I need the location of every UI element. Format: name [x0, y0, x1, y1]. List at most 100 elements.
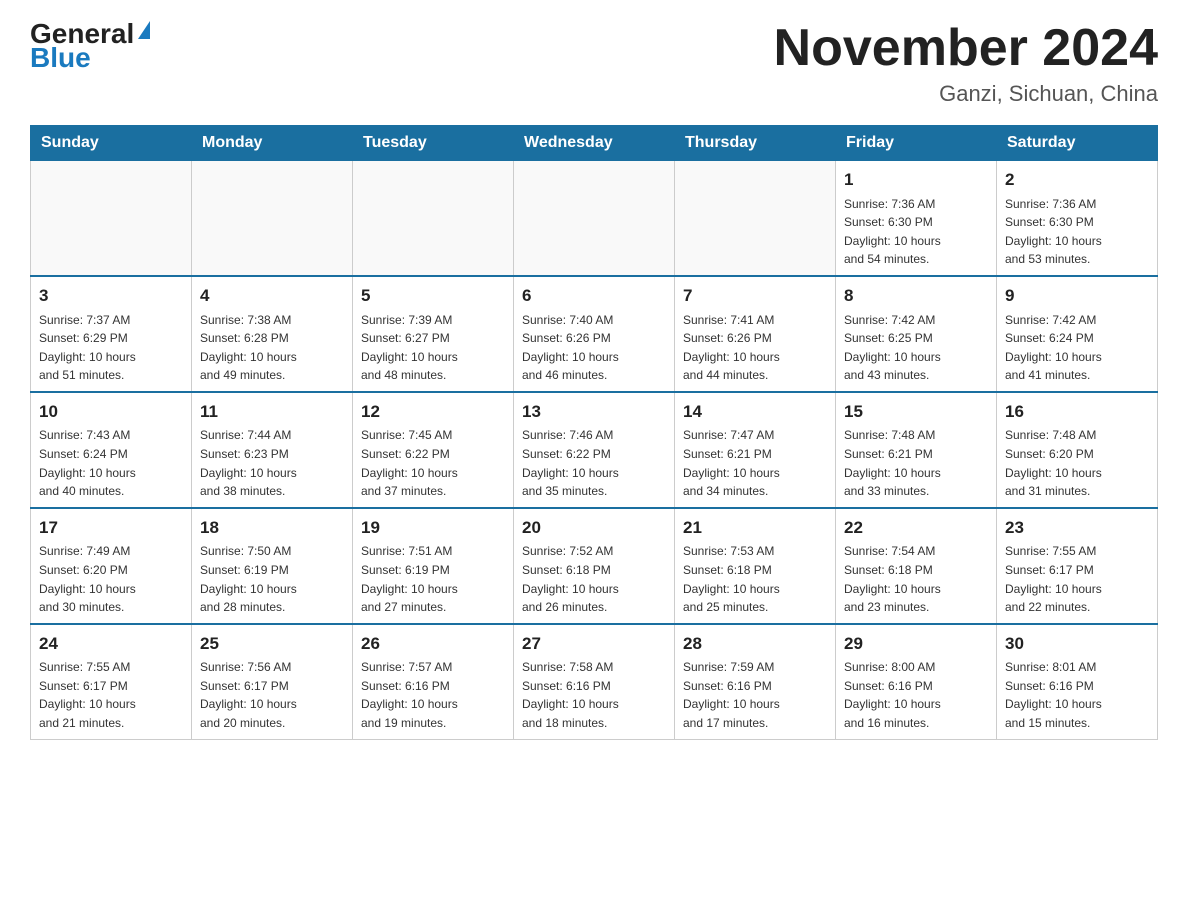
day-number: 5	[361, 283, 505, 309]
calendar-day-cell: 27Sunrise: 7:58 AM Sunset: 6:16 PM Dayli…	[514, 624, 675, 739]
calendar-day-cell: 2Sunrise: 7:36 AM Sunset: 6:30 PM Daylig…	[997, 161, 1158, 276]
day-info: Sunrise: 7:47 AM Sunset: 6:21 PM Dayligh…	[683, 426, 827, 500]
calendar-day-cell: 29Sunrise: 8:00 AM Sunset: 6:16 PM Dayli…	[836, 624, 997, 739]
day-number: 17	[39, 515, 183, 541]
day-info: Sunrise: 7:48 AM Sunset: 6:20 PM Dayligh…	[1005, 426, 1149, 500]
calendar-week-row: 1Sunrise: 7:36 AM Sunset: 6:30 PM Daylig…	[31, 161, 1158, 276]
calendar-table: Sunday Monday Tuesday Wednesday Thursday…	[30, 125, 1158, 739]
calendar-day-cell: 3Sunrise: 7:37 AM Sunset: 6:29 PM Daylig…	[31, 276, 192, 392]
day-info: Sunrise: 7:51 AM Sunset: 6:19 PM Dayligh…	[361, 542, 505, 616]
header-sunday: Sunday	[31, 126, 192, 161]
page-header: General Blue November 2024 Ganzi, Sichua…	[30, 20, 1158, 107]
day-info: Sunrise: 7:58 AM Sunset: 6:16 PM Dayligh…	[522, 658, 666, 732]
day-number: 2	[1005, 167, 1149, 193]
day-number: 23	[1005, 515, 1149, 541]
day-number: 9	[1005, 283, 1149, 309]
day-number: 4	[200, 283, 344, 309]
day-number: 18	[200, 515, 344, 541]
calendar-week-row: 10Sunrise: 7:43 AM Sunset: 6:24 PM Dayli…	[31, 392, 1158, 508]
day-number: 28	[683, 631, 827, 657]
calendar-day-cell: 14Sunrise: 7:47 AM Sunset: 6:21 PM Dayli…	[675, 392, 836, 508]
calendar-day-cell: 28Sunrise: 7:59 AM Sunset: 6:16 PM Dayli…	[675, 624, 836, 739]
day-info: Sunrise: 7:54 AM Sunset: 6:18 PM Dayligh…	[844, 542, 988, 616]
calendar-day-cell: 16Sunrise: 7:48 AM Sunset: 6:20 PM Dayli…	[997, 392, 1158, 508]
day-info: Sunrise: 7:56 AM Sunset: 6:17 PM Dayligh…	[200, 658, 344, 732]
month-title: November 2024	[774, 20, 1158, 77]
calendar-day-cell: 4Sunrise: 7:38 AM Sunset: 6:28 PM Daylig…	[192, 276, 353, 392]
header-wednesday: Wednesday	[514, 126, 675, 161]
calendar-day-cell: 26Sunrise: 7:57 AM Sunset: 6:16 PM Dayli…	[353, 624, 514, 739]
calendar-week-row: 24Sunrise: 7:55 AM Sunset: 6:17 PM Dayli…	[31, 624, 1158, 739]
day-info: Sunrise: 8:01 AM Sunset: 6:16 PM Dayligh…	[1005, 658, 1149, 732]
day-info: Sunrise: 7:37 AM Sunset: 6:29 PM Dayligh…	[39, 311, 183, 385]
calendar-week-row: 17Sunrise: 7:49 AM Sunset: 6:20 PM Dayli…	[31, 508, 1158, 624]
calendar-day-cell: 25Sunrise: 7:56 AM Sunset: 6:17 PM Dayli…	[192, 624, 353, 739]
day-number: 7	[683, 283, 827, 309]
day-number: 27	[522, 631, 666, 657]
calendar-day-cell: 19Sunrise: 7:51 AM Sunset: 6:19 PM Dayli…	[353, 508, 514, 624]
day-info: Sunrise: 7:39 AM Sunset: 6:27 PM Dayligh…	[361, 311, 505, 385]
header-thursday: Thursday	[675, 126, 836, 161]
calendar-day-cell: 11Sunrise: 7:44 AM Sunset: 6:23 PM Dayli…	[192, 392, 353, 508]
calendar-week-row: 3Sunrise: 7:37 AM Sunset: 6:29 PM Daylig…	[31, 276, 1158, 392]
day-number: 14	[683, 399, 827, 425]
calendar-day-cell: 13Sunrise: 7:46 AM Sunset: 6:22 PM Dayli…	[514, 392, 675, 508]
calendar-day-cell: 7Sunrise: 7:41 AM Sunset: 6:26 PM Daylig…	[675, 276, 836, 392]
day-info: Sunrise: 7:36 AM Sunset: 6:30 PM Dayligh…	[1005, 195, 1149, 269]
calendar-day-cell: 17Sunrise: 7:49 AM Sunset: 6:20 PM Dayli…	[31, 508, 192, 624]
header-monday: Monday	[192, 126, 353, 161]
calendar-day-cell	[353, 161, 514, 276]
calendar-day-cell: 22Sunrise: 7:54 AM Sunset: 6:18 PM Dayli…	[836, 508, 997, 624]
calendar-day-cell: 12Sunrise: 7:45 AM Sunset: 6:22 PM Dayli…	[353, 392, 514, 508]
day-number: 19	[361, 515, 505, 541]
location-title: Ganzi, Sichuan, China	[774, 81, 1158, 107]
calendar-day-cell: 6Sunrise: 7:40 AM Sunset: 6:26 PM Daylig…	[514, 276, 675, 392]
day-number: 26	[361, 631, 505, 657]
calendar-day-cell: 20Sunrise: 7:52 AM Sunset: 6:18 PM Dayli…	[514, 508, 675, 624]
title-area: November 2024 Ganzi, Sichuan, China	[774, 20, 1158, 107]
day-info: Sunrise: 7:42 AM Sunset: 6:25 PM Dayligh…	[844, 311, 988, 385]
day-number: 15	[844, 399, 988, 425]
day-info: Sunrise: 8:00 AM Sunset: 6:16 PM Dayligh…	[844, 658, 988, 732]
day-info: Sunrise: 7:59 AM Sunset: 6:16 PM Dayligh…	[683, 658, 827, 732]
day-number: 10	[39, 399, 183, 425]
calendar-day-cell: 8Sunrise: 7:42 AM Sunset: 6:25 PM Daylig…	[836, 276, 997, 392]
calendar-day-cell: 21Sunrise: 7:53 AM Sunset: 6:18 PM Dayli…	[675, 508, 836, 624]
day-number: 16	[1005, 399, 1149, 425]
day-info: Sunrise: 7:46 AM Sunset: 6:22 PM Dayligh…	[522, 426, 666, 500]
day-number: 21	[683, 515, 827, 541]
day-info: Sunrise: 7:53 AM Sunset: 6:18 PM Dayligh…	[683, 542, 827, 616]
day-number: 13	[522, 399, 666, 425]
calendar-day-cell: 1Sunrise: 7:36 AM Sunset: 6:30 PM Daylig…	[836, 161, 997, 276]
day-info: Sunrise: 7:55 AM Sunset: 6:17 PM Dayligh…	[1005, 542, 1149, 616]
day-number: 6	[522, 283, 666, 309]
day-number: 24	[39, 631, 183, 657]
day-info: Sunrise: 7:52 AM Sunset: 6:18 PM Dayligh…	[522, 542, 666, 616]
day-number: 29	[844, 631, 988, 657]
header-tuesday: Tuesday	[353, 126, 514, 161]
day-info: Sunrise: 7:48 AM Sunset: 6:21 PM Dayligh…	[844, 426, 988, 500]
day-info: Sunrise: 7:40 AM Sunset: 6:26 PM Dayligh…	[522, 311, 666, 385]
day-info: Sunrise: 7:42 AM Sunset: 6:24 PM Dayligh…	[1005, 311, 1149, 385]
day-info: Sunrise: 7:45 AM Sunset: 6:22 PM Dayligh…	[361, 426, 505, 500]
calendar-day-cell: 23Sunrise: 7:55 AM Sunset: 6:17 PM Dayli…	[997, 508, 1158, 624]
calendar-day-cell: 18Sunrise: 7:50 AM Sunset: 6:19 PM Dayli…	[192, 508, 353, 624]
calendar-day-cell: 9Sunrise: 7:42 AM Sunset: 6:24 PM Daylig…	[997, 276, 1158, 392]
logo-blue-text: Blue	[30, 44, 91, 72]
day-number: 25	[200, 631, 344, 657]
header-saturday: Saturday	[997, 126, 1158, 161]
day-info: Sunrise: 7:36 AM Sunset: 6:30 PM Dayligh…	[844, 195, 988, 269]
weekday-header-row: Sunday Monday Tuesday Wednesday Thursday…	[31, 126, 1158, 161]
calendar-day-cell: 5Sunrise: 7:39 AM Sunset: 6:27 PM Daylig…	[353, 276, 514, 392]
logo-triangle-icon	[138, 21, 150, 39]
calendar-day-cell: 15Sunrise: 7:48 AM Sunset: 6:21 PM Dayli…	[836, 392, 997, 508]
logo: General Blue	[30, 20, 150, 72]
day-number: 3	[39, 283, 183, 309]
day-info: Sunrise: 7:44 AM Sunset: 6:23 PM Dayligh…	[200, 426, 344, 500]
day-number: 30	[1005, 631, 1149, 657]
header-friday: Friday	[836, 126, 997, 161]
calendar-day-cell	[192, 161, 353, 276]
day-info: Sunrise: 7:38 AM Sunset: 6:28 PM Dayligh…	[200, 311, 344, 385]
day-number: 11	[200, 399, 344, 425]
calendar-day-cell: 24Sunrise: 7:55 AM Sunset: 6:17 PM Dayli…	[31, 624, 192, 739]
